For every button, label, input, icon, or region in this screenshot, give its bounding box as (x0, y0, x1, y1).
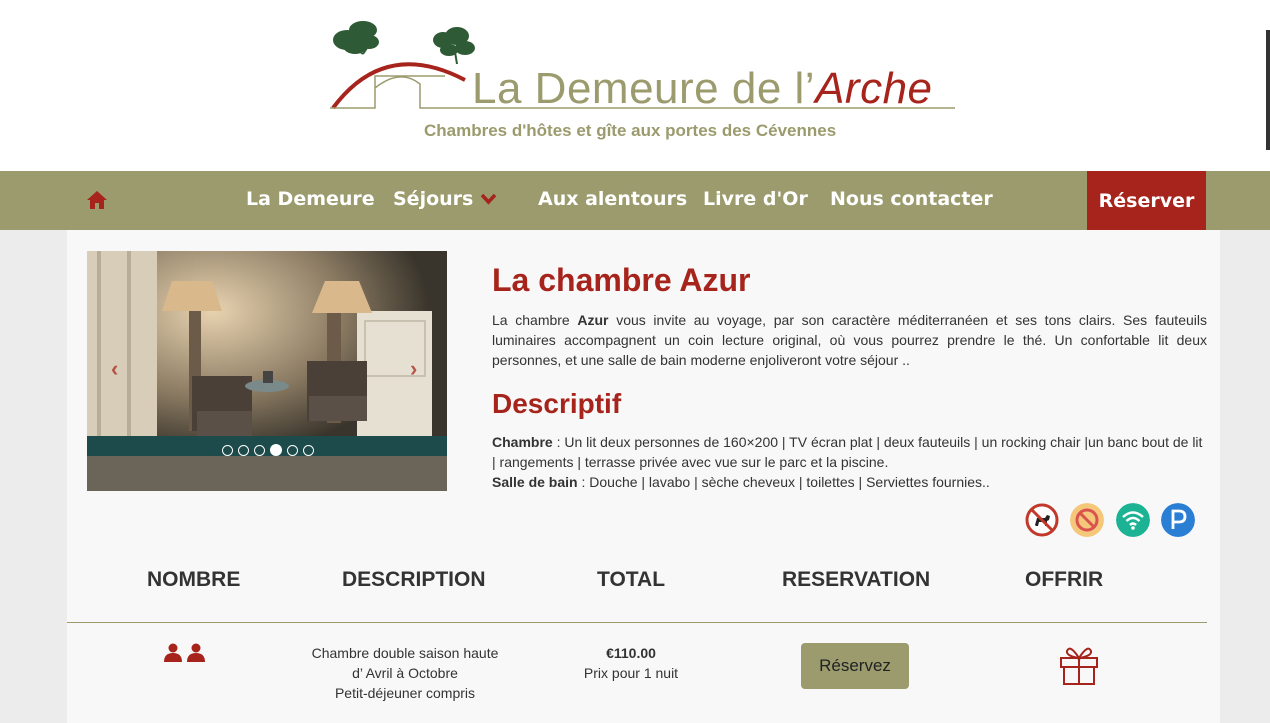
main-navbar: La Demeure Séjours Aux alentours Livre d… (0, 171, 1270, 230)
carousel-next-icon[interactable]: › (410, 356, 417, 382)
home-icon[interactable] (86, 190, 108, 210)
reserve-room-button[interactable]: Réservez (801, 643, 909, 689)
carousel-dot[interactable] (287, 444, 298, 456)
col-header-total: TOTAL (597, 568, 666, 591)
chambre-label: Chambre (492, 434, 553, 450)
nav-item-la-demeure[interactable]: La Demeure (246, 188, 375, 210)
nav-item-sejours[interactable]: Séjours (393, 188, 473, 210)
room-desc-name: Azur (577, 312, 609, 328)
col-header-description: DESCRIPTION (342, 568, 486, 591)
sdb-label: Salle de bain (492, 474, 578, 490)
col-header-nombre: NOMBRE (147, 568, 241, 591)
reserve-nav-button[interactable]: Réserver (1087, 171, 1206, 230)
no-smoking-icon (1070, 503, 1104, 537)
nav-item-livre-dor[interactable]: Livre d'Or (703, 188, 808, 210)
carousel-dot[interactable] (254, 444, 265, 456)
no-pets-icon (1025, 503, 1059, 537)
site-tagline: Chambres d'hôtes et gîte aux portes des … (424, 121, 837, 140)
gift-icon[interactable] (1058, 642, 1100, 686)
row-description: Chambre double saison haute d’ Avril à O… (300, 643, 510, 703)
descriptif-title: Descriptif (492, 388, 622, 419)
wifi-icon (1116, 503, 1150, 537)
descriptif-details: Chambre : Un lit deux personnes de 160×2… (492, 432, 1207, 492)
row-price: €110.00 (606, 645, 656, 661)
parking-icon (1161, 503, 1195, 537)
site-header: La Demeure de l’Arche Chambres d'hôtes e… (0, 0, 1270, 171)
nav-item-nous-contacter[interactable]: Nous contacter (830, 188, 993, 210)
row-desc-line2: d’ Avril à Octobre (352, 665, 458, 681)
logo-title-main: La Demeure de l’ (472, 64, 816, 113)
carousel-dot-active[interactable] (270, 444, 282, 456)
carousel-dot[interactable] (238, 444, 249, 456)
two-persons-icon (164, 643, 205, 662)
row-total: €110.00 Prix pour 1 nuit (566, 643, 696, 683)
carousel-dots (222, 444, 314, 456)
room-desc-before: La chambre (492, 312, 578, 328)
room-title: La chambre Azur (492, 262, 751, 298)
chambre-detail: Chambre : Un lit deux personnes de 160×2… (492, 432, 1207, 472)
room-photo-carousel[interactable]: ‹ › (87, 251, 447, 491)
sdb-detail: Salle de bain : Douche | lavabo | sèche … (492, 472, 1207, 492)
table-divider (67, 622, 1207, 623)
room-description: La chambre Azur vous invite au voyage, p… (492, 310, 1207, 370)
carousel-dot[interactable] (303, 444, 314, 456)
row-price-note: Prix pour 1 nuit (583, 665, 679, 681)
col-header-offrir: OFFRIR (1025, 568, 1104, 591)
col-header-reservation: RESERVATION (782, 568, 931, 591)
logo-title[interactable]: La Demeure de l’Arche (472, 64, 933, 114)
row-desc-line1: Chambre double saison haute (311, 645, 499, 661)
chevron-down-icon[interactable] (480, 193, 497, 205)
sdb-text: : Douche | lavabo | sèche cheveux | toil… (577, 474, 990, 490)
logo-title-accent: Arche (815, 64, 933, 113)
scrollbar[interactable] (1266, 30, 1270, 150)
chambre-text: : Un lit deux personnes de 160×200 | TV … (492, 434, 1203, 470)
carousel-dot[interactable] (222, 444, 233, 456)
nav-item-aux-alentours[interactable]: Aux alentours (538, 188, 687, 210)
row-desc-line3: Petit-déjeuner compris (334, 685, 476, 701)
carousel-prev-icon[interactable]: ‹ (111, 356, 118, 382)
